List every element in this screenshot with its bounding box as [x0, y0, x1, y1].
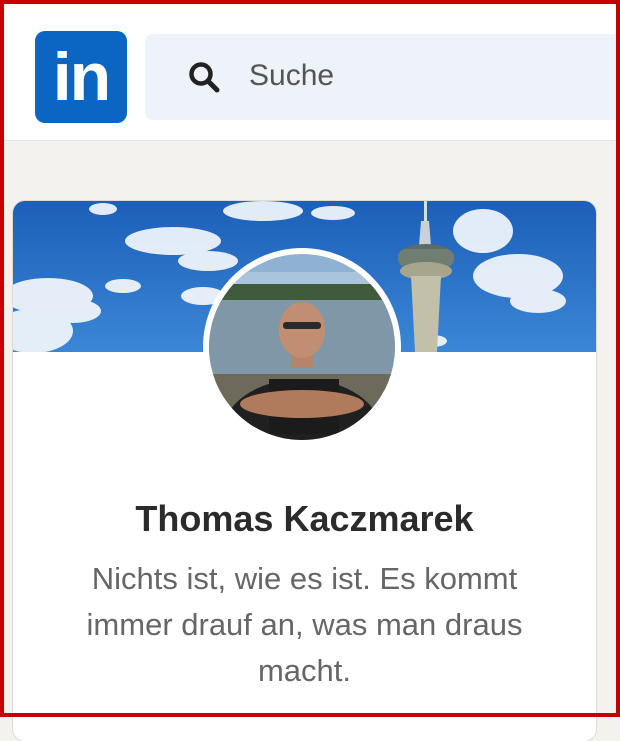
- search-placeholder: Suche: [249, 59, 335, 92]
- profile-avatar[interactable]: [203, 248, 401, 446]
- logo-text: in: [52, 39, 111, 115]
- avatar-photo: [209, 254, 395, 440]
- search-icon: [189, 62, 220, 93]
- linkedin-logo[interactable]: in: [35, 31, 127, 123]
- top-navigation-bar: in Suche: [4, 4, 620, 141]
- profile-headline: Nichts ist, wie es ist. Es kommt immer d…: [86, 561, 523, 688]
- profile-name[interactable]: Thomas Kaczmarek: [13, 496, 596, 542]
- search-input[interactable]: Suche: [145, 34, 620, 120]
